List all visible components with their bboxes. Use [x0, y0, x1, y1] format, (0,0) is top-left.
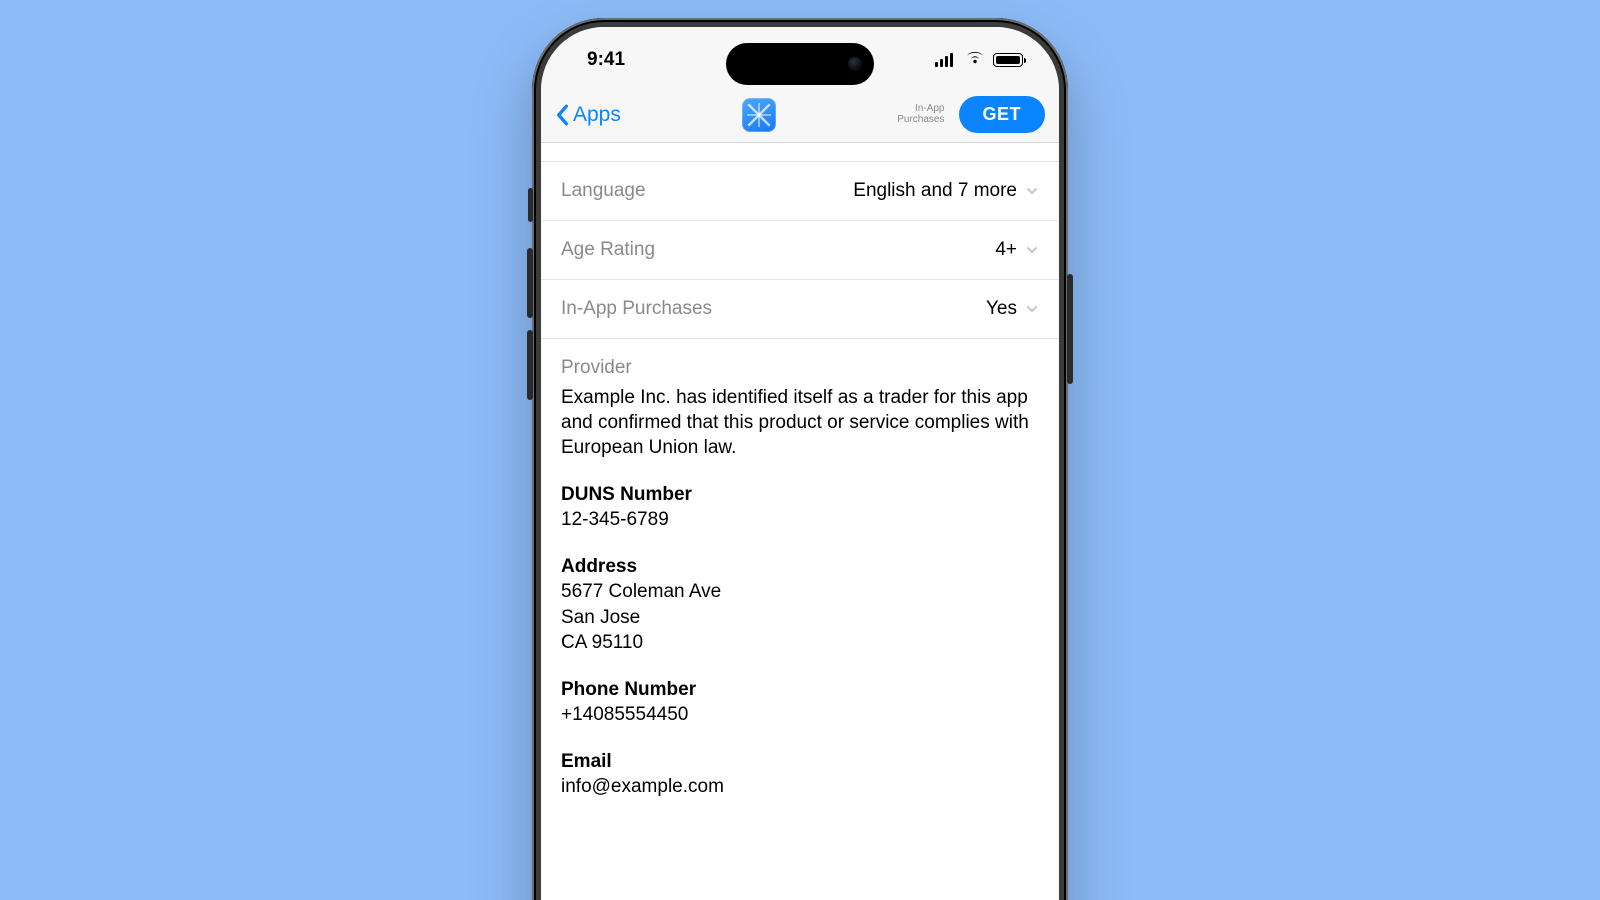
row-value: Yes: [986, 298, 1017, 320]
field-value: 5677 Coleman Ave San Jose CA 95110: [561, 579, 1039, 654]
field-value: +14085554450: [561, 702, 1039, 727]
get-button[interactable]: GET: [959, 96, 1046, 133]
volume-up-button[interactable]: [527, 248, 533, 318]
field-duns: DUNS Number 12-345-6789: [541, 482, 1059, 532]
back-label: Apps: [573, 103, 621, 127]
app-detail-content: Language English and 7 more Age Rating 4…: [541, 161, 1059, 799]
volume-down-button[interactable]: [527, 330, 533, 400]
row-age-rating[interactable]: Age Rating 4+: [541, 221, 1059, 280]
nav-bar: Apps In-App Purchases GET: [541, 87, 1059, 143]
chevron-down-icon: [1025, 184, 1039, 198]
status-time: 9:41: [587, 49, 625, 71]
app-icon[interactable]: [742, 98, 776, 132]
back-button[interactable]: Apps: [555, 103, 621, 127]
field-value: 12-345-6789: [561, 507, 1039, 532]
row-value: English and 7 more: [853, 180, 1017, 202]
field-label: Phone Number: [561, 677, 1039, 702]
field-label: Address: [561, 554, 1039, 579]
field-value: info@example.com: [561, 774, 1039, 799]
provider-label: Provider: [561, 357, 1039, 379]
chevron-down-icon: [1025, 302, 1039, 316]
row-label: Language: [561, 180, 646, 202]
in-app-purchases-note: In-App Purchases: [897, 104, 944, 125]
chevron-down-icon: [1025, 243, 1039, 257]
dynamic-island: [726, 43, 874, 85]
row-label: In-App Purchases: [561, 298, 712, 320]
provider-text: Example Inc. has identified itself as a …: [561, 385, 1039, 460]
row-value: 4+: [995, 239, 1017, 261]
phone-frame: 9:41 Apps In-App Purchases: [532, 18, 1068, 900]
row-label: Age Rating: [561, 239, 655, 261]
row-in-app-purchases[interactable]: In-App Purchases Yes: [541, 280, 1059, 339]
field-phone: Phone Number +14085554450: [541, 677, 1059, 727]
field-email: Email info@example.com: [541, 749, 1059, 799]
row-language[interactable]: Language English and 7 more: [541, 161, 1059, 221]
chevron-left-icon: [555, 104, 569, 126]
wifi-icon: [965, 49, 985, 71]
provider-section: Provider Example Inc. has identified its…: [541, 339, 1059, 460]
field-address: Address 5677 Coleman Ave San Jose CA 951…: [541, 554, 1059, 654]
field-label: Email: [561, 749, 1039, 774]
battery-icon: [993, 53, 1023, 67]
field-label: DUNS Number: [561, 482, 1039, 507]
mute-switch[interactable]: [528, 188, 533, 222]
cellular-signal-icon: [935, 53, 957, 67]
screen: 9:41 Apps In-App Purchases: [541, 27, 1059, 900]
power-button[interactable]: [1067, 274, 1073, 384]
